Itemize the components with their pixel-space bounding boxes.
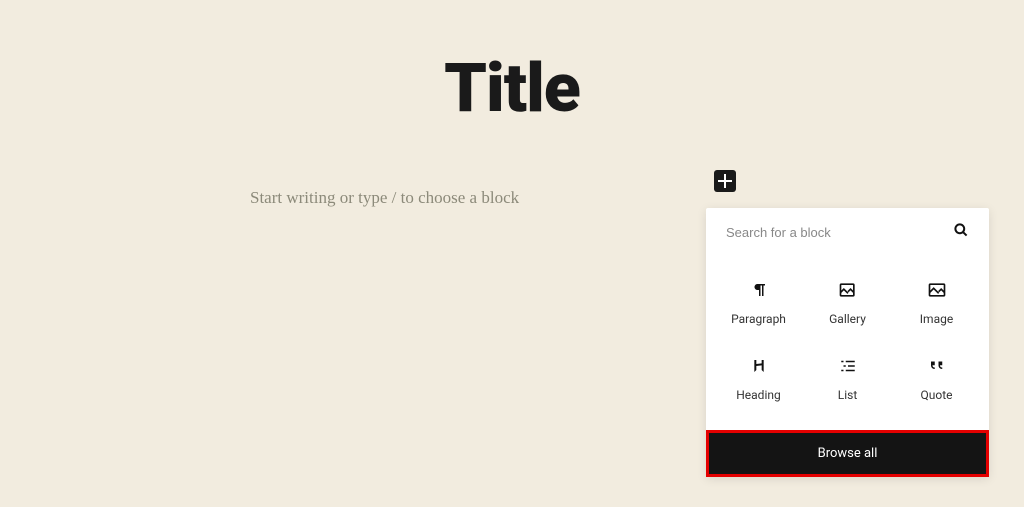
heading-icon [747,354,771,378]
browse-all-button[interactable]: Browse all [706,430,989,477]
block-label: Image [920,312,953,326]
add-block-button[interactable] [714,170,736,192]
search-icon [953,222,969,242]
block-list[interactable]: List [803,340,892,416]
search-input[interactable] [726,225,953,240]
list-icon [836,354,860,378]
block-label: Gallery [829,312,866,326]
block-gallery[interactable]: Gallery [803,264,892,340]
block-label: Paragraph [731,312,786,326]
block-inserter-panel: Paragraph Gallery Image Heading List [706,208,989,477]
gallery-icon [836,278,860,302]
block-grid: Paragraph Gallery Image Heading List [706,252,989,430]
image-icon [925,278,949,302]
block-image[interactable]: Image [892,264,981,340]
block-label: Heading [736,388,781,402]
search-row [706,208,989,252]
block-quote[interactable]: Quote [892,340,981,416]
block-heading[interactable]: Heading [714,340,803,416]
post-title[interactable]: Title [0,0,1024,128]
quote-icon [925,354,949,378]
plus-icon [718,174,732,188]
block-label: Quote [920,388,952,402]
content-placeholder[interactable]: Start writing or type / to choose a bloc… [250,188,1024,208]
block-paragraph[interactable]: Paragraph [714,264,803,340]
block-label: List [838,388,858,402]
paragraph-icon [747,278,771,302]
